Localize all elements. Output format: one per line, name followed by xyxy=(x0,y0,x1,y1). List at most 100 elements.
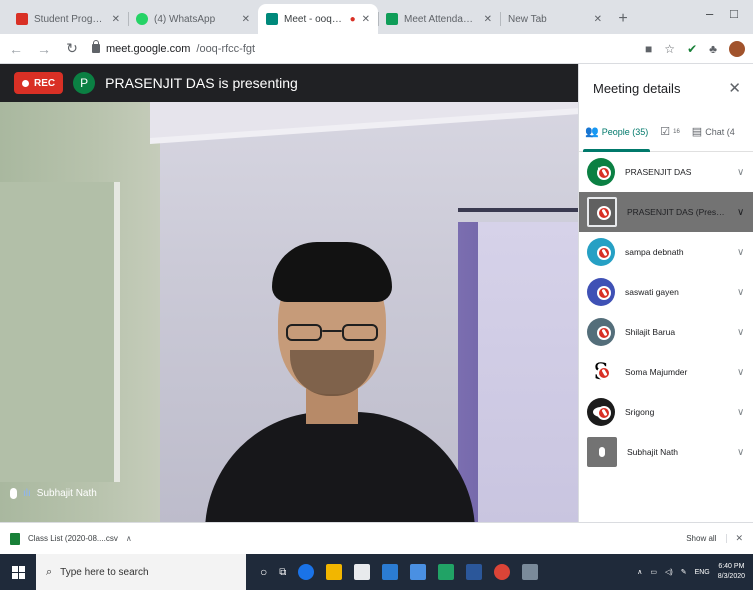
chevron-down-icon[interactable]: ∨ xyxy=(737,167,753,178)
mic-off-icon xyxy=(597,166,611,180)
tab-activities[interactable]: ☑ 16 xyxy=(654,112,686,152)
show-all-button[interactable]: Show all xyxy=(686,534,728,543)
system-tray: ∧ ▭ ◁) ✎ ENG 6:40 PM 8/3/2020 xyxy=(637,562,753,582)
mic-off-icon xyxy=(597,206,611,220)
chevron-down-icon[interactable]: ∨ xyxy=(737,407,753,418)
windows-start-icon[interactable] xyxy=(0,554,36,590)
video-thumbnail xyxy=(587,437,617,467)
list-item[interactable]: P PRASENJIT DAS ∨ xyxy=(579,152,753,192)
speaking-wave-icon: ılı xyxy=(23,488,31,499)
list-item[interactable]: Subhajit Nath ∨ xyxy=(579,432,753,472)
cortana-icon[interactable]: ○ xyxy=(260,565,267,579)
taskbar-clock[interactable]: 6:40 PM 8/3/2020 xyxy=(718,562,745,582)
volume-icon[interactable]: ◁) xyxy=(665,568,673,576)
file-explorer-icon[interactable] xyxy=(326,564,343,580)
tab-whatsapp[interactable]: (4) WhatsApp ✕ xyxy=(128,4,258,34)
csv-file-icon xyxy=(10,532,20,545)
profile-avatar[interactable] xyxy=(729,40,745,57)
presenting-text: PRASENJIT DAS is presenting xyxy=(105,75,298,91)
mic-off-icon xyxy=(597,246,611,260)
record-dot-icon xyxy=(22,79,29,87)
url-path: /ooq-rfcc-fgt xyxy=(196,42,256,55)
main-video-feed xyxy=(0,102,578,522)
download-file-name[interactable]: Class List (2020-08....csv xyxy=(28,534,118,543)
bookmark-star-icon[interactable]: ☆ xyxy=(664,42,675,56)
chevron-down-icon[interactable]: ∨ xyxy=(737,327,753,338)
store-icon[interactable] xyxy=(354,564,371,580)
whatsapp-icon xyxy=(136,13,148,25)
battery-icon[interactable]: ▭ xyxy=(650,568,657,576)
task-view-icon[interactable]: ⧉ xyxy=(279,567,286,578)
tab-chat[interactable]: ▤ Chat (4 xyxy=(686,112,741,152)
pin-icon[interactable] xyxy=(10,488,17,499)
new-tab-button[interactable]: + xyxy=(610,4,636,34)
list-item[interactable]: S Soma Majumder ∨ xyxy=(579,352,753,392)
minimize-icon[interactable]: – xyxy=(706,6,713,21)
tools-icon[interactable] xyxy=(522,564,539,580)
glasses xyxy=(286,324,378,342)
maximize-icon[interactable]: □ xyxy=(730,6,738,21)
list-item[interactable]: S saswati gayen ∨ xyxy=(579,272,753,312)
chrome-icon[interactable] xyxy=(494,564,511,580)
list-item[interactable]: S Shilajit Barua ∨ xyxy=(579,312,753,352)
sheets-icon xyxy=(386,13,398,25)
list-item[interactable]: S sampa debnath ∨ xyxy=(579,232,753,272)
address-bar[interactable]: meet.google.com/ooq-rfcc-fgt xyxy=(92,38,633,60)
language-indicator[interactable]: ENG xyxy=(695,569,710,576)
pen-icon[interactable]: ✎ xyxy=(681,568,687,576)
close-tab-icon[interactable]: ✕ xyxy=(362,14,370,25)
presentation-banner: REC P PRASENJIT DAS is presenting xyxy=(0,64,578,102)
photos-icon[interactable] xyxy=(410,564,427,580)
tab-meet-attendance[interactable]: Meet Attendance 2020-8 ✕ xyxy=(378,4,500,34)
panel-title: Meeting details xyxy=(593,80,681,96)
reload-icon[interactable]: ↻ xyxy=(64,40,80,57)
extension-check-icon[interactable]: ✔ xyxy=(687,42,697,56)
word-icon[interactable] xyxy=(466,564,483,580)
extension-puzzle-icon[interactable]: ♣ xyxy=(709,42,717,56)
chevron-up-icon[interactable]: ∧ xyxy=(126,534,132,543)
search-icon: ⌕ xyxy=(46,565,53,578)
tab-meet[interactable]: Meet - ooq-rfcc-fgt ● ✕ xyxy=(258,4,378,34)
recording-dot-icon: ● xyxy=(349,13,356,25)
close-icon[interactable]: ✕ xyxy=(735,533,743,544)
chevron-down-icon[interactable]: ∨ xyxy=(737,287,753,298)
chevron-up-icon[interactable]: ∧ xyxy=(637,568,642,576)
chevron-down-icon[interactable]: ∨ xyxy=(737,447,753,458)
chevron-down-icon[interactable]: ∨ xyxy=(737,207,753,218)
taskbar-search-input[interactable]: ⌕ Type here to search xyxy=(36,554,246,590)
panel-tabs: 👥 People (35) ☑ 16 ▤ Chat (4 xyxy=(579,112,753,152)
tab-student-program[interactable]: Student Program by Cong ✕ xyxy=(8,4,128,34)
meet-stage: REC P PRASENJIT DAS is presenting ılı Su… xyxy=(0,64,578,522)
list-item[interactable]: Srigong ∨ xyxy=(579,392,753,432)
video-name-tag: ılı Subhajit Nath xyxy=(10,488,97,499)
people-list: P PRASENJIT DAS ∨ PRASENJIT DAS (Prese..… xyxy=(579,152,753,472)
forward-icon[interactable]: → xyxy=(36,41,52,57)
browser-tab-strip: Student Program by Cong ✕ (4) WhatsApp ✕… xyxy=(0,0,753,34)
excel-icon[interactable] xyxy=(438,564,455,580)
tab-new-tab[interactable]: New Tab ✕ xyxy=(500,4,610,34)
people-icon: 👥 xyxy=(585,126,599,138)
mic-off-icon xyxy=(597,326,611,340)
meet-icon xyxy=(266,13,278,25)
downloads-bar: Class List (2020-08....csv ∧ Show all ✕ xyxy=(0,522,753,554)
tab-people[interactable]: 👥 People (35) xyxy=(579,112,654,152)
close-tab-icon[interactable]: ✕ xyxy=(112,14,120,25)
windows-taskbar: ⌕ Type here to search ○ ⧉ ∧ ▭ ◁) ✎ ENG 6… xyxy=(0,554,753,590)
camera-indicator-icon[interactable]: ■ xyxy=(645,42,652,56)
gmail-icon xyxy=(16,13,28,25)
app-blue-icon[interactable] xyxy=(382,564,399,580)
back-icon[interactable]: ← xyxy=(8,41,24,57)
presenter-avatar: P xyxy=(73,72,96,94)
chevron-down-icon[interactable]: ∨ xyxy=(737,367,753,378)
close-icon[interactable]: ✕ xyxy=(728,79,741,97)
close-tab-icon[interactable]: ✕ xyxy=(484,14,492,25)
edge-icon[interactable] xyxy=(298,564,315,580)
chevron-down-icon[interactable]: ∨ xyxy=(737,247,753,258)
close-tab-icon[interactable]: ✕ xyxy=(594,14,602,25)
browser-toolbar: ← → ↻ meet.google.com/ooq-rfcc-fgt ■ ☆ ✔… xyxy=(0,34,753,64)
list-item[interactable]: PRASENJIT DAS (Prese... ∨ xyxy=(579,192,753,232)
close-tab-icon[interactable]: ✕ xyxy=(242,14,250,25)
participant-body xyxy=(205,412,475,522)
recording-badge[interactable]: REC xyxy=(14,72,64,94)
lock-icon xyxy=(92,40,100,53)
